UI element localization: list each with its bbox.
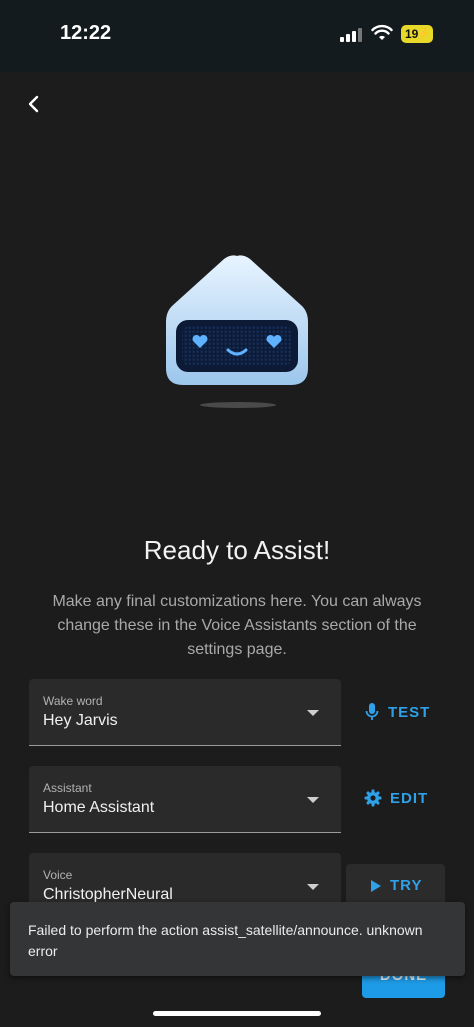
edit-button[interactable]: EDIT (364, 789, 428, 807)
try-label: TRY (390, 877, 423, 894)
assistant-value: Home Assistant (43, 799, 155, 816)
test-label: TEST (388, 703, 431, 721)
try-button-content: TRY (370, 877, 422, 894)
play-icon (371, 879, 381, 892)
snackbar-message: Failed to perform the action assist_sate… (28, 922, 423, 959)
page-title: Ready to Assist! (143, 535, 331, 565)
wake-word-value: Hey Jarvis (43, 712, 118, 729)
cellular-signal-icon (340, 28, 362, 42)
voice-label: Voice (43, 868, 73, 882)
assistant-select[interactable]: Assistant Home Assistant (29, 766, 341, 833)
chevron-down-icon (307, 710, 319, 716)
microphone-icon (365, 703, 379, 720)
edit-label: EDIT (390, 789, 429, 807)
assist-robot-illustration (166, 255, 308, 408)
battery-icon: 19 ⚡ (401, 25, 433, 43)
status-time: 12:22 (60, 22, 112, 44)
gear-icon (364, 789, 382, 807)
chevron-down-icon (307, 884, 319, 890)
wifi-icon (371, 24, 393, 40)
assistant-label: Assistant (43, 781, 92, 795)
chevron-down-icon (307, 797, 319, 803)
home-indicator[interactable] (153, 1011, 321, 1016)
status-bar: 12:22 19 ⚡ (0, 0, 474, 72)
test-button[interactable]: TEST (364, 702, 430, 722)
error-snackbar: Failed to perform the action assist_sate… (10, 902, 465, 976)
wake-word-label: Wake word (43, 694, 103, 708)
wake-word-select[interactable]: Wake word Hey Jarvis (29, 679, 341, 746)
page-subtitle: Make any final customizations here. You … (52, 593, 422, 658)
back-button[interactable] (22, 92, 46, 116)
charging-icon: ⚡ (416, 28, 430, 40)
